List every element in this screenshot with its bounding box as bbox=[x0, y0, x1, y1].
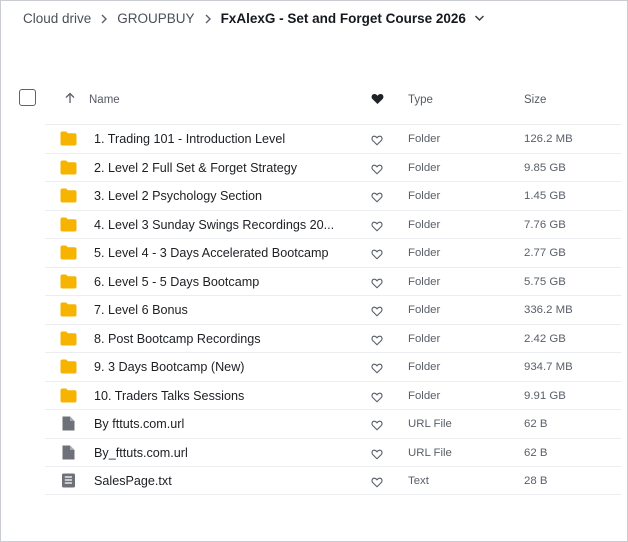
heart-icon[interactable] bbox=[371, 162, 383, 180]
file-type: Folder bbox=[408, 247, 441, 259]
heart-icon[interactable] bbox=[371, 190, 383, 208]
breadcrumb-groupbuy[interactable]: GROUPBUY bbox=[117, 11, 194, 26]
file-name[interactable]: 10. Traders Talks Sessions bbox=[94, 389, 244, 403]
file-row[interactable]: 6. Level 5 - 5 Days Bootcamp Folder 5.75 G… bbox=[45, 266, 621, 296]
folder-icon bbox=[60, 160, 77, 175]
file-row[interactable]: 5. Level 4 - 3 Days Accelerated Bootcamp… bbox=[45, 238, 621, 267]
chevron-right-icon bbox=[91, 11, 117, 26]
file-name[interactable]: By_fttuts.com.url bbox=[94, 446, 188, 460]
select-all-checkbox[interactable] bbox=[19, 89, 36, 106]
file-type: Folder bbox=[408, 190, 441, 202]
file-name[interactable]: 4. Level 3 Sunday Swings Recordings 20..… bbox=[94, 218, 334, 232]
file-size: 1.45 GB bbox=[524, 190, 566, 202]
text-file-icon bbox=[60, 473, 77, 488]
file-size: 2.77 GB bbox=[524, 247, 566, 259]
file-row[interactable]: 9. 3 Days Bootcamp (New) Folder 934.7 MB bbox=[45, 352, 621, 381]
heart-icon[interactable] bbox=[371, 133, 383, 151]
heart-icon[interactable] bbox=[371, 333, 383, 351]
file-name[interactable]: 9. 3 Days Bootcamp (New) bbox=[94, 360, 244, 374]
folder-icon bbox=[60, 217, 77, 232]
column-header-type[interactable]: Type bbox=[408, 94, 433, 106]
file-name[interactable]: By fttuts.com.url bbox=[94, 417, 184, 431]
heart-icon[interactable] bbox=[371, 247, 383, 265]
favorite-column-heart-icon[interactable] bbox=[371, 93, 384, 108]
heart-icon[interactable] bbox=[371, 219, 383, 237]
file-size: 2.42 GB bbox=[524, 332, 566, 345]
file-row[interactable]: 3. Level 2 Psychology Section Folder 1.45 … bbox=[45, 181, 621, 210]
heart-icon[interactable] bbox=[371, 390, 383, 408]
file-row[interactable]: 8. Post Bootcamp Recordings Folder 2.42 GB bbox=[45, 323, 621, 353]
file-row[interactable]: 2. Level 2 Full Set & Forget Strategy Fol… bbox=[45, 152, 621, 182]
folder-icon bbox=[60, 245, 77, 260]
file-size: 62 B bbox=[524, 446, 548, 459]
file-name[interactable]: 6. Level 5 - 5 Days Bootcamp bbox=[94, 275, 259, 289]
file-type: Folder bbox=[408, 133, 441, 145]
file-size: 336.2 MB bbox=[524, 304, 573, 316]
file-type: Text bbox=[408, 475, 429, 487]
file-type: Folder bbox=[408, 161, 441, 174]
file-size: 28 B bbox=[524, 475, 548, 487]
file-name[interactable]: 8. Post Bootcamp Recordings bbox=[94, 332, 261, 346]
file-name[interactable]: 5. Level 4 - 3 Days Accelerated Bootcamp bbox=[94, 246, 329, 260]
file-row[interactable]: By fttuts.com.url URL File 62 B bbox=[45, 409, 621, 438]
file-name[interactable]: 1. Trading 101 - Introduction Level bbox=[94, 132, 285, 146]
folder-icon bbox=[60, 131, 77, 146]
breadcrumb-cloud-drive[interactable]: Cloud drive bbox=[23, 11, 91, 26]
heart-icon[interactable] bbox=[371, 418, 383, 436]
file-type: URL File bbox=[408, 446, 452, 459]
heart-icon[interactable] bbox=[371, 475, 383, 493]
file-size: 9.91 GB bbox=[524, 389, 566, 402]
file-size: 7.76 GB bbox=[524, 218, 566, 231]
folder-icon bbox=[60, 388, 77, 403]
sort-ascending-icon[interactable] bbox=[64, 92, 76, 107]
folder-icon bbox=[60, 302, 77, 317]
file-size: 9.85 GB bbox=[524, 161, 566, 174]
column-header-name[interactable]: Name bbox=[89, 94, 120, 106]
column-header-size[interactable]: Size bbox=[524, 94, 546, 106]
file-size: 62 B bbox=[524, 418, 548, 430]
file-type: Folder bbox=[408, 389, 441, 402]
list-header: Name Type Size bbox=[1, 85, 627, 119]
file-row[interactable]: 10. Traders Talks Sessions Folder 9.91 GB bbox=[45, 380, 621, 410]
folder-icon bbox=[60, 188, 77, 203]
file-type: Folder bbox=[408, 218, 441, 231]
folder-icon bbox=[60, 359, 77, 374]
heart-icon[interactable] bbox=[371, 361, 383, 379]
file-name[interactable]: 3. Level 2 Psychology Section bbox=[94, 189, 262, 203]
file-icon bbox=[60, 445, 77, 460]
heart-icon[interactable] bbox=[371, 447, 383, 465]
file-icon bbox=[60, 416, 77, 431]
file-type: Folder bbox=[408, 361, 441, 373]
file-list: 1. Trading 101 - Introduction Level Folde… bbox=[45, 124, 621, 495]
file-type: Folder bbox=[408, 332, 441, 345]
chevron-down-icon[interactable] bbox=[474, 14, 485, 22]
file-name[interactable]: SalesPage.txt bbox=[94, 474, 172, 488]
breadcrumb-current-folder[interactable]: FxAlexG - Set and Forget Course 2026 bbox=[221, 11, 466, 26]
file-row[interactable]: 1. Trading 101 - Introduction Level Folde… bbox=[45, 124, 621, 153]
file-row[interactable]: 4. Level 3 Sunday Swings Recordings 20..… bbox=[45, 209, 621, 239]
file-size: 934.7 MB bbox=[524, 361, 573, 373]
file-type: Folder bbox=[408, 304, 441, 316]
file-name[interactable]: 7. Level 6 Bonus bbox=[94, 303, 188, 317]
file-row[interactable]: SalesPage.txt Text 28 B bbox=[45, 466, 621, 495]
file-size: 126.2 MB bbox=[524, 133, 573, 145]
folder-icon bbox=[60, 274, 77, 289]
chevron-right-icon bbox=[195, 11, 221, 26]
file-name[interactable]: 2. Level 2 Full Set & Forget Strategy bbox=[94, 161, 297, 175]
heart-icon[interactable] bbox=[371, 276, 383, 294]
breadcrumb: Cloud drive GROUPBUY FxAlexG - Set and F… bbox=[23, 8, 485, 28]
file-browser-window: Cloud drive GROUPBUY FxAlexG - Set and F… bbox=[0, 0, 628, 542]
file-size: 5.75 GB bbox=[524, 275, 566, 288]
folder-icon bbox=[60, 331, 77, 346]
file-type: Folder bbox=[408, 275, 441, 288]
heart-icon[interactable] bbox=[371, 304, 383, 322]
file-type: URL File bbox=[408, 418, 452, 430]
file-row[interactable]: 7. Level 6 Bonus Folder 336.2 MB bbox=[45, 295, 621, 324]
file-row[interactable]: By_fttuts.com.url URL File 62 B bbox=[45, 437, 621, 467]
